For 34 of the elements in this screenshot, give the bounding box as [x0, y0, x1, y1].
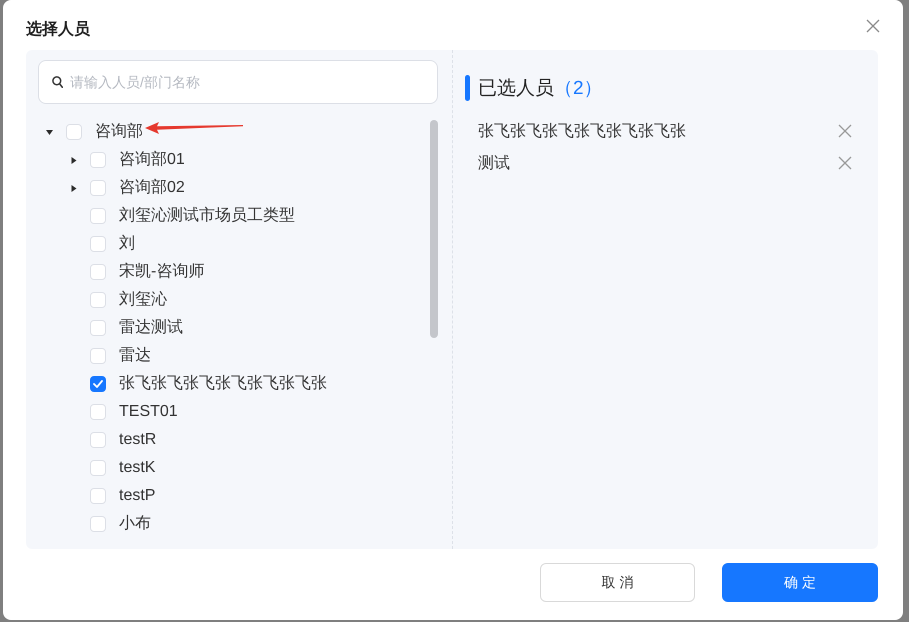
- scrollbar-thumb[interactable]: [430, 120, 438, 338]
- tree-node-label[interactable]: TEST01: [119, 402, 178, 422]
- search-field[interactable]: 请输入人员/部门名称: [38, 60, 438, 104]
- selected-title: 已选人员: [478, 77, 554, 101]
- accent-bar: [465, 75, 470, 101]
- close-icon[interactable]: [838, 124, 852, 138]
- close-icon[interactable]: [866, 19, 880, 33]
- tree-node-label[interactable]: 刘: [119, 234, 135, 254]
- checkbox[interactable]: [90, 376, 106, 392]
- tree-node-label[interactable]: 刘玺沁测试市场员工类型: [119, 206, 295, 226]
- tree-node-label[interactable]: 咨询部: [95, 122, 143, 142]
- tree-node-label[interactable]: 雷达: [119, 346, 151, 366]
- tree-node-label[interactable]: testP: [119, 486, 156, 506]
- cancel-button[interactable]: 取 消: [540, 563, 695, 602]
- tree-node-label[interactable]: 刘玺沁: [119, 290, 167, 310]
- selected-count: （2）: [554, 77, 603, 101]
- search-icon: [52, 76, 63, 88]
- tree-node-label[interactable]: testK: [119, 458, 156, 478]
- tree-node-label[interactable]: 雷达测试: [119, 318, 183, 338]
- tree-node-label[interactable]: 小布: [119, 514, 151, 534]
- close-icon[interactable]: [838, 156, 852, 170]
- tree-node-label[interactable]: 咨询部01: [119, 150, 185, 170]
- caret-right-icon[interactable]: [70, 184, 76, 192]
- dialog-title: 选择人员: [26, 20, 90, 40]
- caret-down-icon[interactable]: [46, 128, 52, 136]
- caret-right-icon[interactable]: [70, 156, 76, 164]
- tree-node-label[interactable]: 张飞张飞张飞张飞张飞张飞张: [119, 374, 327, 394]
- checkmark-icon: [93, 380, 103, 388]
- tree-node-label[interactable]: 咨询部02: [119, 178, 185, 198]
- confirm-button[interactable]: 确 定: [722, 563, 878, 602]
- selected-person: 测试: [478, 154, 510, 174]
- selected-person: 张飞张飞张飞张飞张飞张飞张: [478, 122, 686, 142]
- tree-node-label[interactable]: 宋凯-咨询师: [119, 262, 204, 282]
- tree-node-label[interactable]: testR: [119, 430, 156, 450]
